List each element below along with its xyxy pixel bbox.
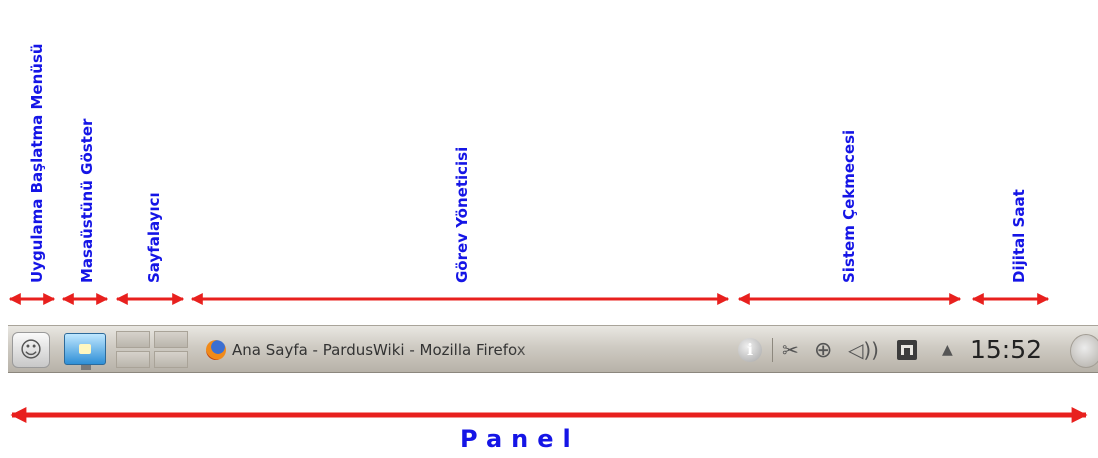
tray-expand-icon[interactable]: ▲ — [942, 337, 953, 363]
firefox-icon — [206, 340, 226, 360]
network-icon[interactable] — [896, 337, 918, 363]
panel-toolbox-button[interactable] — [1070, 334, 1098, 368]
show-desktop-button[interactable] — [64, 333, 106, 370]
taskbar-item-title: Ana Sayfa - PardusWiki - Mozilla Firefox — [232, 341, 526, 359]
pager-desktop-1[interactable] — [116, 331, 150, 348]
span-arrows — [8, 293, 1088, 424]
taskbar-item[interactable]: Ana Sayfa - PardusWiki - Mozilla Firefox — [206, 335, 566, 365]
pager-desktop-3[interactable] — [116, 351, 150, 368]
kde-panel: ☺ Ana Sayfa - PardusWiki - Mozilla Firef… — [8, 325, 1098, 373]
info-icon: i — [738, 338, 762, 362]
app-launcher-button[interactable]: ☺ — [12, 332, 50, 368]
digital-clock[interactable]: 15:52 — [970, 334, 1042, 366]
monitor-icon — [79, 344, 91, 354]
usb-icon[interactable]: ⊕ — [814, 337, 832, 363]
scissors-icon[interactable]: ✂ — [782, 337, 799, 363]
leopard-icon: ☺ — [19, 337, 43, 363]
label-panel: Panel — [460, 425, 580, 453]
volume-icon[interactable]: ◁)) — [848, 337, 879, 363]
tray-info[interactable]: i — [738, 337, 762, 363]
pager — [116, 331, 190, 369]
tray-separator — [772, 338, 773, 362]
pager-desktop-2[interactable] — [154, 331, 188, 348]
pager-desktop-4[interactable] — [154, 351, 188, 368]
